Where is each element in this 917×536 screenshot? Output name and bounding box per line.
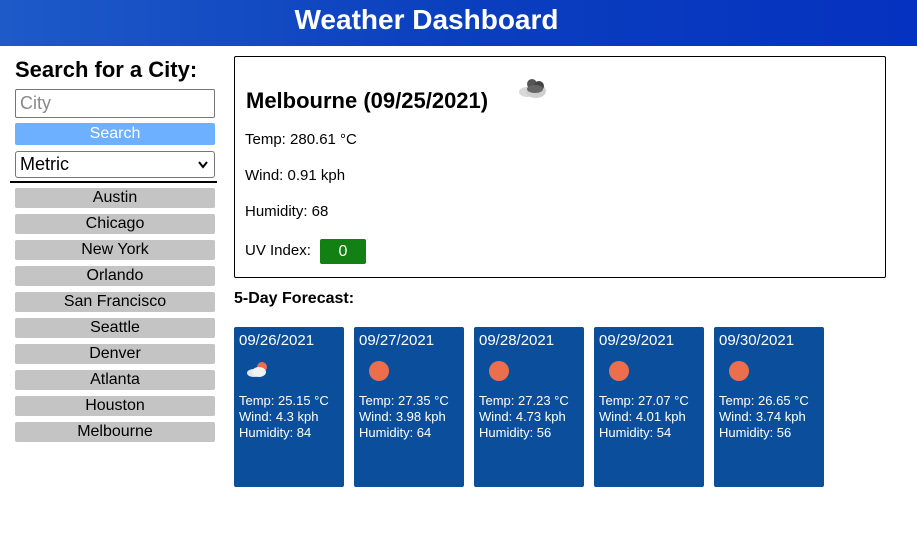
forecast-date: 09/27/2021 (359, 332, 435, 349)
cloud-icon (516, 75, 550, 101)
sidebar: Search for a City: Search Metric Austin … (10, 56, 217, 442)
sun-icon (724, 358, 754, 384)
forecast-temp: Temp: 27.23 °C (479, 393, 569, 408)
forecast-temp: Temp: 27.35 °C (359, 393, 449, 408)
history-button-atlanta[interactable]: Atlanta (15, 370, 215, 390)
history-button-melbourne[interactable]: Melbourne (15, 422, 215, 442)
forecast-card: 09/28/2021 Temp: 27.23 °C Wind: 4.73 kph… (474, 327, 584, 487)
unit-select-value: Metric (20, 154, 69, 174)
forecast-humidity: Humidity: 54 (599, 425, 672, 440)
forecast-card: 09/27/2021 Temp: 27.35 °C Wind: 3.98 kph… (354, 327, 464, 487)
forecast-temp: Temp: 25.15 °C (239, 393, 329, 408)
forecast-wind: Wind: 3.74 kph (719, 409, 806, 424)
divider (10, 181, 217, 183)
forecast-wind: Wind: 4.73 kph (479, 409, 566, 424)
forecast-card: 09/30/2021 Temp: 26.65 °C Wind: 3.74 kph… (714, 327, 824, 487)
current-humidity: Humidity: 68 (245, 203, 329, 220)
forecast-temp: Temp: 27.07 °C (599, 393, 689, 408)
search-title: Search for a City: (15, 57, 198, 82)
forecast-wind: Wind: 3.98 kph (359, 409, 446, 424)
forecast-temp: Temp: 26.65 °C (719, 393, 809, 408)
sun-icon (604, 358, 634, 384)
search-button[interactable]: Search (15, 123, 215, 145)
uv-index-badge: 0 (320, 239, 366, 264)
search-history: Austin Chicago New York Orlando San Fran… (15, 188, 215, 448)
forecast-title: 5-Day Forecast: (234, 290, 355, 307)
unit-select[interactable]: Metric (15, 151, 215, 178)
forecast-humidity: Humidity: 64 (359, 425, 432, 440)
uv-index-label: UV Index: (245, 242, 311, 259)
history-button-houston[interactable]: Houston (15, 396, 215, 416)
forecast-wind: Wind: 4.3 kph (239, 409, 319, 424)
forecast-date: 09/30/2021 (719, 332, 795, 349)
city-input[interactable] (15, 89, 215, 118)
partly-cloudy-icon (244, 358, 274, 384)
forecast-date: 09/29/2021 (599, 332, 675, 349)
history-button-new-york[interactable]: New York (15, 240, 215, 260)
forecast-date: 09/26/2021 (239, 332, 315, 349)
forecast-card: 09/29/2021 Temp: 27.07 °C Wind: 4.01 kph… (594, 327, 704, 487)
forecast-humidity: Humidity: 56 (719, 425, 792, 440)
history-button-chicago[interactable]: Chicago (15, 214, 215, 234)
sun-icon (484, 358, 514, 384)
header-bar: Weather Dashboard (0, 0, 917, 46)
sun-icon (364, 358, 394, 384)
forecast-card: 09/26/2021 Temp: 25.15 °C Wind: 4.3 kph … (234, 327, 344, 487)
forecast-humidity: Humidity: 56 (479, 425, 552, 440)
current-wind: Wind: 0.91 kph (245, 167, 346, 184)
page-title: Weather Dashboard (294, 4, 559, 35)
current-temp: Temp: 280.61 °C (245, 131, 357, 148)
history-button-orlando[interactable]: Orlando (15, 266, 215, 286)
history-button-austin[interactable]: Austin (15, 188, 215, 208)
current-weather-panel: Melbourne (09/25/2021) Temp: 280.61 °C W… (234, 56, 886, 278)
forecast-humidity: Humidity: 84 (239, 425, 312, 440)
forecast-wind: Wind: 4.01 kph (599, 409, 686, 424)
current-city-title: Melbourne (09/25/2021) (246, 88, 489, 113)
forecast-date: 09/28/2021 (479, 332, 555, 349)
history-button-denver[interactable]: Denver (15, 344, 215, 364)
history-button-san-francisco[interactable]: San Francisco (15, 292, 215, 312)
history-button-seattle[interactable]: Seattle (15, 318, 215, 338)
